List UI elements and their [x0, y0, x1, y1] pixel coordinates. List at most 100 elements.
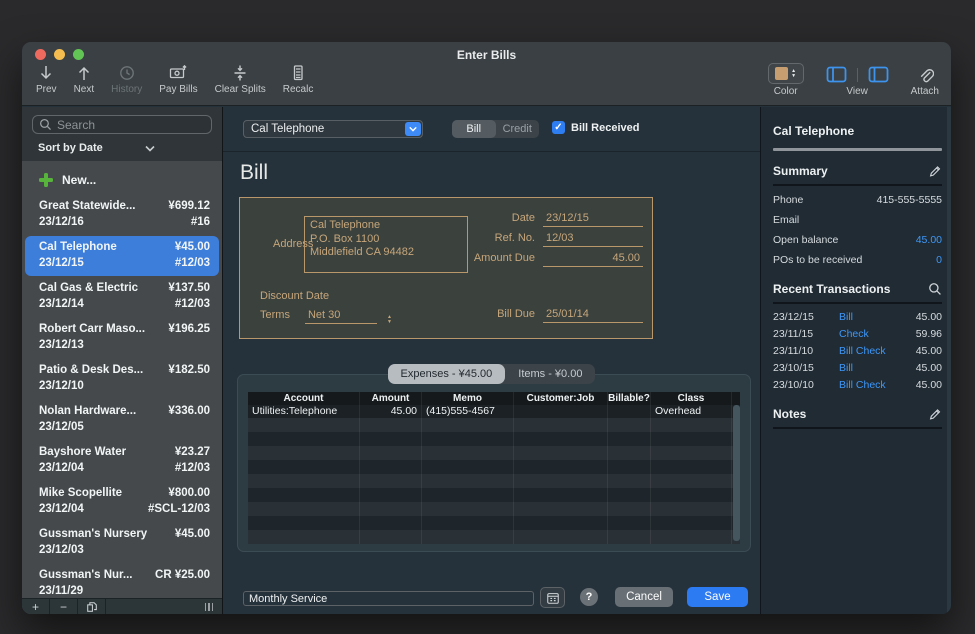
- expense-cell[interactable]: [514, 405, 608, 418]
- empty-expense-row[interactable]: [248, 418, 740, 432]
- empty-cell[interactable]: [608, 446, 651, 460]
- search-transactions-icon[interactable]: [928, 282, 942, 296]
- cancel-button[interactable]: Cancel: [615, 587, 673, 607]
- empty-cell[interactable]: [651, 530, 732, 544]
- empty-cell[interactable]: [514, 460, 608, 474]
- empty-cell[interactable]: [248, 446, 360, 460]
- remove-bill-button[interactable]: −: [50, 599, 78, 614]
- amount-due-field[interactable]: 45.00: [543, 252, 643, 267]
- terms-stepper-icon[interactable]: ▲▼: [387, 315, 392, 325]
- empty-expense-row[interactable]: [248, 446, 740, 460]
- empty-cell[interactable]: [360, 446, 422, 460]
- list-item[interactable]: Mike Scopellite¥800.0023/12/04#SCL-12/03: [25, 482, 219, 522]
- list-item[interactable]: Cal Gas & Electric¥137.5023/12/14#12/03: [25, 277, 219, 317]
- sort-control[interactable]: Sort by Date: [38, 142, 212, 154]
- empty-cell[interactable]: [248, 460, 360, 474]
- bill-due-field[interactable]: 25/01/14: [543, 308, 643, 323]
- tab-expenses[interactable]: Expenses - ¥45.00: [388, 364, 506, 384]
- empty-cell[interactable]: [360, 474, 422, 488]
- empty-expense-row[interactable]: [248, 460, 740, 474]
- empty-expense-row[interactable]: [248, 530, 740, 544]
- empty-expense-row[interactable]: [248, 502, 740, 516]
- color-control[interactable]: ▲▼ Color: [768, 63, 804, 97]
- empty-cell[interactable]: [514, 418, 608, 432]
- next-button[interactable]: Next: [74, 63, 95, 95]
- empty-cell[interactable]: [514, 516, 608, 530]
- recalc-button[interactable]: Recalc: [283, 63, 314, 95]
- empty-cell[interactable]: [651, 516, 732, 530]
- transaction-type-link[interactable]: Bill Check: [823, 379, 916, 391]
- history-button[interactable]: History: [111, 63, 142, 95]
- empty-cell[interactable]: [514, 488, 608, 502]
- empty-cell[interactable]: [651, 460, 732, 474]
- table-scrollbar[interactable]: [733, 405, 740, 541]
- expense-cell[interactable]: Overhead: [651, 405, 732, 418]
- empty-cell[interactable]: [248, 432, 360, 446]
- view-left-pane-icon[interactable]: [826, 65, 847, 84]
- empty-cell[interactable]: [608, 460, 651, 474]
- empty-cell[interactable]: [360, 418, 422, 432]
- tab-credit[interactable]: Credit: [496, 120, 540, 138]
- list-item[interactable]: Bayshore Water¥23.2723/12/04#12/03: [25, 441, 219, 481]
- bill-received-control[interactable]: ✓ Bill Received: [552, 121, 639, 134]
- empty-cell[interactable]: [608, 502, 651, 516]
- prev-button[interactable]: Prev: [36, 63, 57, 95]
- empty-cell[interactable]: [422, 474, 514, 488]
- vendor-dropdown[interactable]: Cal Telephone: [243, 120, 423, 138]
- ref-no-field[interactable]: 12/03: [543, 232, 643, 247]
- empty-cell[interactable]: [248, 516, 360, 530]
- expense-cell[interactable]: Utilities:Telephone: [248, 405, 360, 418]
- empty-cell[interactable]: [422, 460, 514, 474]
- list-item[interactable]: Nolan Hardware...¥336.0023/12/05: [25, 400, 219, 440]
- empty-cell[interactable]: [248, 474, 360, 488]
- empty-cell[interactable]: [608, 432, 651, 446]
- terms-field[interactable]: Net 30: [305, 309, 377, 324]
- empty-cell[interactable]: [360, 460, 422, 474]
- expense-cell[interactable]: 45.00: [360, 405, 422, 418]
- empty-cell[interactable]: [651, 446, 732, 460]
- list-item[interactable]: Patio & Desk Des...¥182.5023/12/10: [25, 359, 219, 399]
- checked-checkbox-icon[interactable]: ✓: [552, 121, 565, 134]
- empty-cell[interactable]: [608, 530, 651, 544]
- tab-items[interactable]: Items - ¥0.00: [505, 364, 595, 384]
- empty-cell[interactable]: [360, 432, 422, 446]
- pay-bills-button[interactable]: Pay Bills: [159, 63, 197, 95]
- expense-row[interactable]: Utilities:Telephone45.00(415)555-4567 Ove…: [248, 405, 740, 418]
- empty-cell[interactable]: [514, 446, 608, 460]
- date-field[interactable]: 23/12/15: [543, 212, 643, 227]
- empty-expense-row[interactable]: [248, 432, 740, 446]
- empty-cell[interactable]: [514, 502, 608, 516]
- transaction-type-link[interactable]: Bill Check: [823, 345, 916, 357]
- empty-cell[interactable]: [360, 488, 422, 502]
- empty-cell[interactable]: [422, 432, 514, 446]
- expense-cell[interactable]: (415)555-4567: [422, 405, 514, 418]
- empty-cell[interactable]: [422, 516, 514, 530]
- new-bill-button[interactable]: New...: [22, 164, 222, 194]
- resize-grip[interactable]: [205, 603, 214, 611]
- list-item[interactable]: Robert Carr Maso...¥196.2523/12/13: [25, 318, 219, 358]
- empty-cell[interactable]: [248, 502, 360, 516]
- tab-bill[interactable]: Bill: [452, 120, 496, 138]
- empty-expense-row[interactable]: [248, 474, 740, 488]
- empty-cell[interactable]: [651, 488, 732, 502]
- empty-cell[interactable]: [651, 474, 732, 488]
- search-box[interactable]: [32, 115, 212, 134]
- edit-notes-pencil-icon[interactable]: [928, 407, 942, 421]
- empty-expense-row[interactable]: [248, 516, 740, 530]
- empty-cell[interactable]: [651, 432, 732, 446]
- empty-cell[interactable]: [360, 502, 422, 516]
- help-button[interactable]: ?: [580, 588, 598, 606]
- list-item[interactable]: Gussman's Nursery¥45.0023/12/03: [25, 523, 219, 563]
- transaction-type-link[interactable]: Bill: [823, 311, 916, 323]
- save-button[interactable]: Save: [687, 587, 748, 607]
- clear-splits-button[interactable]: Clear Splits: [215, 63, 266, 95]
- empty-cell[interactable]: [360, 516, 422, 530]
- transaction-type-link[interactable]: Check: [823, 328, 916, 340]
- search-input[interactable]: [57, 118, 212, 132]
- empty-cell[interactable]: [248, 488, 360, 502]
- transaction-type-link[interactable]: Bill: [823, 362, 916, 374]
- empty-cell[interactable]: [514, 530, 608, 544]
- list-item[interactable]: Gussman's Nur...CR ¥25.0023/11/29: [25, 564, 219, 598]
- empty-cell[interactable]: [422, 488, 514, 502]
- empty-cell[interactable]: [651, 418, 732, 432]
